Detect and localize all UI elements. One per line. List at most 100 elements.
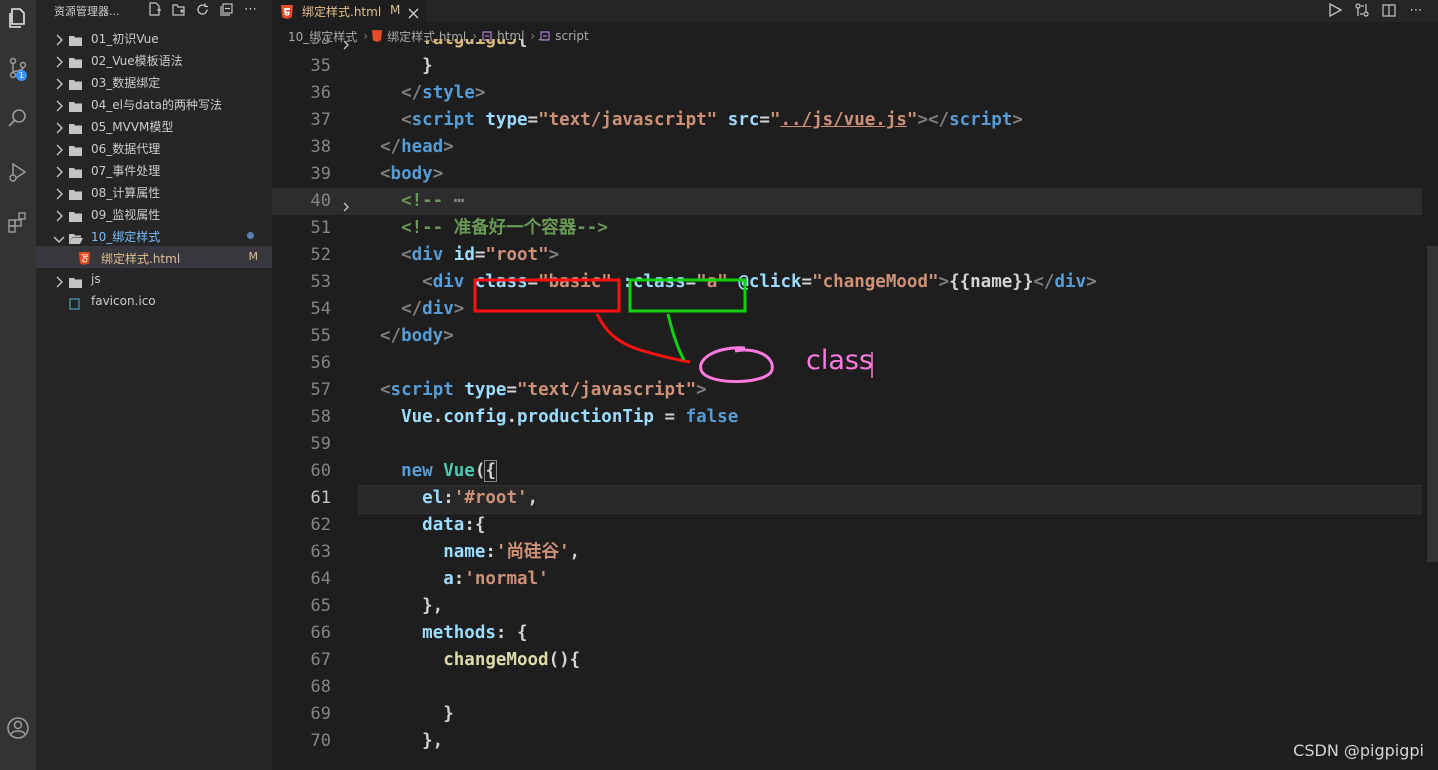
code-line[interactable]: 33 .atguigu3{ ⋯ bbox=[272, 39, 1422, 53]
run-icon[interactable] bbox=[1327, 2, 1343, 18]
tree-item[interactable]: 07_事件处理 bbox=[36, 158, 272, 180]
new-folder-icon[interactable] bbox=[171, 1, 186, 17]
code-line[interactable]: 58 Vue.config.productionTip = false bbox=[272, 404, 1422, 431]
modified-dot bbox=[247, 232, 254, 239]
code-text: }, bbox=[380, 731, 444, 751]
code-line[interactable]: 52 <div id="root"> bbox=[272, 242, 1422, 269]
code-line[interactable]: 66 methods: { bbox=[272, 620, 1422, 647]
extensions-icon[interactable] bbox=[0, 204, 36, 240]
code-line[interactable]: 60 new Vue({ bbox=[272, 458, 1422, 485]
scrollbar-thumb[interactable] bbox=[1427, 246, 1438, 562]
refresh-icon[interactable] bbox=[195, 1, 210, 17]
tree-item-label: 01_初识Vue bbox=[91, 32, 159, 46]
code-line[interactable]: 69 } bbox=[272, 701, 1422, 728]
account-icon[interactable] bbox=[0, 710, 36, 746]
code-line[interactable]: 64 a:'normal' bbox=[272, 566, 1422, 593]
split-editor-icon[interactable] bbox=[1381, 2, 1397, 18]
line-number: 33 bbox=[310, 39, 331, 49]
tree-item[interactable]: 09_监视属性 bbox=[36, 202, 272, 224]
explorer-header: 资源管理器... ⋯ bbox=[36, 0, 272, 20]
line-number: 35 bbox=[310, 56, 331, 76]
tree-item[interactable]: 绑定样式.html M bbox=[36, 246, 272, 268]
code-line[interactable]: 67 changeMood(){ bbox=[272, 647, 1422, 674]
code-text: data:{ bbox=[422, 515, 486, 535]
more-actions-icon[interactable]: ⋯ bbox=[243, 1, 258, 17]
code-line[interactable]: 51 <!-- 准备好一个容器--> bbox=[272, 215, 1422, 242]
tree-item[interactable]: js bbox=[36, 268, 272, 290]
editor-scrollbar[interactable] bbox=[1426, 44, 1438, 770]
tab-modified-status: M bbox=[390, 3, 401, 17]
code-text: <div id="root"> bbox=[401, 245, 560, 265]
code-text: <div class="basic" :class="a" @click="ch… bbox=[422, 272, 1097, 292]
code-line[interactable]: 38 </head> bbox=[272, 134, 1422, 161]
code-line[interactable]: 65 }, bbox=[272, 593, 1422, 620]
compare-changes-icon[interactable] bbox=[1354, 2, 1370, 18]
explorer-toolbar: ⋯ bbox=[147, 1, 258, 17]
tab-label: 绑定样式.html bbox=[302, 5, 382, 19]
code-line[interactable]: 40 <!-- ⋯ bbox=[272, 188, 1422, 215]
code-text: Vue.config.productionTip = false bbox=[401, 407, 739, 427]
close-icon[interactable] bbox=[408, 4, 419, 23]
tree-item[interactable]: favicon.ico bbox=[36, 290, 272, 312]
code-text: changeMood(){ bbox=[443, 650, 581, 670]
tree-item[interactable]: 04_el与data的两种写法 bbox=[36, 92, 272, 114]
line-number: 54 bbox=[310, 299, 331, 319]
line-number: 59 bbox=[310, 434, 331, 454]
tree-item[interactable]: 02_Vue模板语法 bbox=[36, 48, 272, 70]
code-line[interactable]: 62 data:{ bbox=[272, 512, 1422, 539]
activity-bar: 1 bbox=[0, 0, 36, 770]
new-file-icon[interactable] bbox=[147, 1, 162, 17]
file-tree: 01_初识Vue 02_Vue模板语法 03_数据绑定 04_el与data的两种写法… bbox=[36, 26, 272, 312]
code-line[interactable]: 70 }, bbox=[272, 728, 1422, 755]
tree-item[interactable]: 08_计算属性 bbox=[36, 180, 272, 202]
code-line[interactable]: 54 </div> bbox=[272, 296, 1422, 323]
line-number: 64 bbox=[310, 569, 331, 589]
line-number: 39 bbox=[310, 164, 331, 184]
code-line[interactable]: 35 } bbox=[272, 53, 1422, 80]
line-number: 56 bbox=[310, 353, 331, 373]
tree-item-label: js bbox=[91, 272, 101, 286]
code-text: </head> bbox=[380, 137, 454, 157]
code-line[interactable]: 39 <body> bbox=[272, 161, 1422, 188]
line-number: 55 bbox=[310, 326, 331, 346]
tree-item[interactable]: 06_数据代理 bbox=[36, 136, 272, 158]
tree-item-label: 03_数据绑定 bbox=[91, 76, 161, 90]
code-line[interactable]: 63 name:'尚硅谷', bbox=[272, 539, 1422, 566]
line-number: 60 bbox=[310, 461, 331, 481]
tree-item[interactable]: 03_数据绑定 bbox=[36, 70, 272, 92]
explorer-icon[interactable] bbox=[0, 0, 36, 36]
tree-item-label: 07_事件处理 bbox=[91, 164, 161, 178]
code-text: el:'#root', bbox=[422, 488, 539, 508]
code-text: <script type="text/javascript"> bbox=[380, 380, 707, 400]
tree-item[interactable]: 10_绑定样式 bbox=[36, 224, 272, 246]
collapse-all-icon[interactable] bbox=[219, 1, 234, 17]
code-line[interactable]: 68 bbox=[272, 674, 1422, 701]
line-number: 52 bbox=[310, 245, 331, 265]
line-number: 69 bbox=[310, 704, 331, 724]
code-line[interactable]: 37 <script type="text/javascript" src=".… bbox=[272, 107, 1422, 134]
code-line[interactable]: 53 <div class="basic" :class="a" @click=… bbox=[272, 269, 1422, 296]
code-editor[interactable]: 33 .atguigu3{ ⋯ 35 } 36 </style> 37 <script… bbox=[272, 39, 1422, 770]
code-line[interactable]: 61 el:'#root', bbox=[272, 485, 1422, 514]
line-number: 53 bbox=[310, 272, 331, 292]
line-number: 67 bbox=[310, 650, 331, 670]
line-number: 63 bbox=[310, 542, 331, 562]
tree-item[interactable]: 01_初识Vue bbox=[36, 26, 272, 48]
fold-chevron-icon[interactable] bbox=[342, 39, 350, 54]
more-actions-icon[interactable]: ⋯ bbox=[1408, 2, 1424, 18]
run-debug-icon[interactable] bbox=[0, 154, 36, 190]
code-line[interactable]: 36 </style> bbox=[272, 80, 1422, 107]
explorer-title: 资源管理器... bbox=[54, 5, 120, 18]
code-line[interactable]: 59 bbox=[272, 431, 1422, 458]
code-text: <script type="text/javascript" src="../j… bbox=[401, 110, 1023, 130]
tab-active-file[interactable]: 绑定样式.html M bbox=[272, 0, 426, 22]
editor-area: 绑定样式.html M ⋯ 10_绑定样式 › 绑定样式.html › html… bbox=[272, 0, 1438, 770]
html5-file-icon bbox=[281, 4, 293, 23]
search-icon[interactable] bbox=[0, 100, 36, 136]
code-line[interactable]: 57 <script type="text/javascript"> bbox=[272, 377, 1422, 404]
code-text: } bbox=[380, 704, 454, 724]
fold-chevron-icon[interactable] bbox=[342, 197, 350, 216]
file-icon bbox=[69, 295, 80, 314]
source-control-icon[interactable] bbox=[0, 50, 36, 86]
tree-item[interactable]: 05_MVVM模型 bbox=[36, 114, 272, 136]
